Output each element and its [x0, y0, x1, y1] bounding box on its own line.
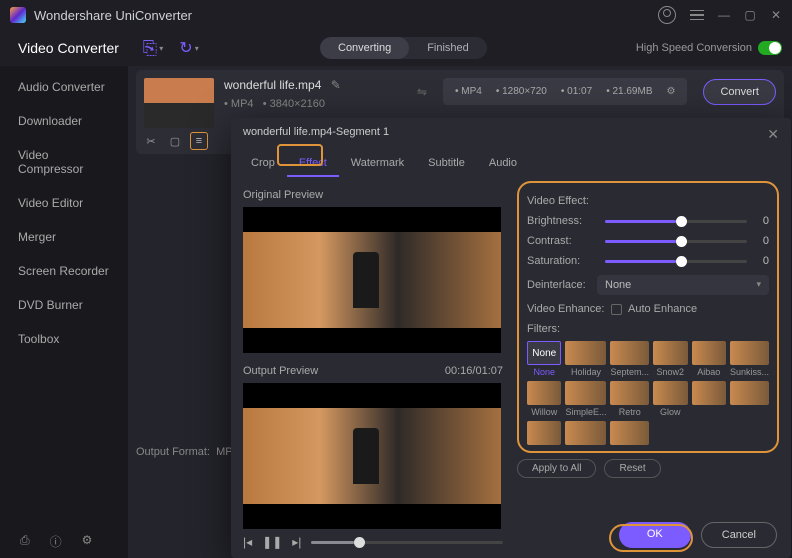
video-thumbnail[interactable]: [144, 78, 214, 128]
original-preview-label: Original Preview: [243, 189, 503, 201]
download-button[interactable]: ↻▾: [178, 37, 200, 59]
maximize-icon[interactable]: ▢: [744, 9, 756, 21]
output-size: 21.69MB: [612, 86, 652, 97]
gear-icon[interactable]: ⚙: [667, 86, 676, 97]
tab-converting[interactable]: Converting: [320, 37, 409, 59]
tab-watermark[interactable]: Watermark: [339, 151, 416, 177]
video-enhance-label: Video Enhance:: [527, 303, 611, 315]
cancel-button[interactable]: Cancel: [701, 522, 777, 548]
close-icon[interactable]: ✕: [770, 9, 782, 21]
video-filename: wonderful life.mp4: [224, 78, 321, 92]
sidebar-item-screen-recorder[interactable]: Screen Recorder: [0, 254, 128, 288]
prev-frame-icon[interactable]: |◂: [243, 535, 252, 549]
output-format: MP4: [461, 86, 482, 97]
deinterlace-label: Deinterlace:: [527, 279, 597, 291]
chevron-down-icon: ▾: [756, 279, 761, 291]
output-format-label: Output Format:: [136, 446, 210, 458]
filter-retro[interactable]: Retro: [610, 381, 649, 417]
contrast-slider[interactable]: [605, 240, 747, 243]
input-resolution: 3840×2160: [270, 98, 325, 110]
sidebar-item-downloader[interactable]: Downloader: [0, 104, 128, 138]
contrast-value: 0: [755, 235, 769, 247]
sidebar-item-audio-converter[interactable]: Audio Converter: [0, 70, 128, 104]
next-frame-icon[interactable]: ▸|: [292, 535, 301, 549]
sidebar-item-video-compressor[interactable]: Video Compressor: [0, 138, 128, 186]
hsc-toggle[interactable]: [758, 41, 782, 55]
brightness-value: 0: [755, 215, 769, 227]
contrast-label: Contrast:: [527, 235, 597, 247]
effect-icon[interactable]: ≡: [190, 132, 208, 150]
hsc-label: High Speed Conversion: [636, 42, 752, 54]
filter-none[interactable]: NoneNone: [527, 341, 561, 377]
crop-icon[interactable]: ▢: [166, 132, 184, 150]
play-pause-icon[interactable]: ❚❚: [262, 535, 282, 549]
info-icon[interactable]: ⓘ: [50, 533, 62, 550]
app-logo: [10, 7, 26, 23]
filter-holiday[interactable]: Holiday: [565, 341, 606, 377]
auto-enhance-checkbox[interactable]: [611, 304, 622, 315]
tab-audio[interactable]: Audio: [477, 151, 529, 177]
sidebar-item-video-editor[interactable]: Video Editor: [0, 186, 128, 220]
trim-icon[interactable]: ✂: [142, 132, 160, 150]
help-icon[interactable]: ⎙: [20, 533, 30, 550]
playback-time: 00:16/01:07: [445, 365, 503, 377]
auto-enhance-label: Auto Enhance: [628, 303, 697, 315]
apply-to-all-button[interactable]: Apply to All: [517, 459, 596, 478]
convert-button[interactable]: Convert: [703, 79, 776, 105]
original-preview: [243, 207, 501, 353]
filter-item[interactable]: [527, 421, 561, 447]
output-resolution: 1280×720: [502, 86, 547, 97]
filter-aibao[interactable]: Aibao: [692, 341, 726, 377]
video-effect-label: Video Effect:: [527, 195, 769, 207]
filter-glow[interactable]: Glow: [653, 381, 687, 417]
output-duration: 01:07: [567, 86, 592, 97]
edit-name-icon[interactable]: ✎: [331, 78, 341, 92]
filter-item[interactable]: [610, 421, 649, 447]
output-preview: [243, 383, 501, 529]
sidebar-item-merger[interactable]: Merger: [0, 220, 128, 254]
minimize-icon[interactable]: —: [718, 9, 730, 21]
input-format: MP4: [231, 98, 254, 110]
filter-september[interactable]: Septem...: [610, 341, 649, 377]
tab-crop[interactable]: Crop: [239, 151, 287, 177]
filter-simplee[interactable]: SimpleE...: [565, 381, 606, 417]
deinterlace-value: None: [605, 279, 631, 291]
tab-finished[interactable]: Finished: [409, 37, 487, 59]
ok-button[interactable]: OK: [619, 522, 691, 548]
modal-close-icon[interactable]: ✕: [767, 126, 779, 143]
reset-button[interactable]: Reset: [604, 459, 660, 478]
settings-icon[interactable]: ⚙: [82, 533, 93, 550]
playback-slider[interactable]: [311, 541, 503, 544]
effect-modal: wonderful life.mp4-Segment 1 ✕ Crop Effe…: [231, 118, 791, 558]
modal-title: wonderful life.mp4-Segment 1: [243, 126, 389, 143]
tab-effect[interactable]: Effect: [287, 151, 339, 177]
sidebar-item-dvd-burner[interactable]: DVD Burner: [0, 288, 128, 322]
module-title: Video Converter: [0, 40, 128, 56]
filter-sunkiss[interactable]: Sunkiss...: [730, 341, 769, 377]
filter-snow2[interactable]: Snow2: [653, 341, 687, 377]
filter-item[interactable]: [565, 421, 606, 447]
filter-item[interactable]: [730, 381, 769, 417]
filters-label: Filters:: [527, 323, 769, 335]
account-icon[interactable]: [658, 6, 676, 24]
menu-icon[interactable]: [690, 10, 704, 21]
brightness-slider[interactable]: [605, 220, 747, 223]
saturation-value: 0: [755, 255, 769, 267]
output-preview-label: Output Preview: [243, 365, 318, 377]
saturation-slider[interactable]: [605, 260, 747, 263]
sidebar-item-toolbox[interactable]: Toolbox: [0, 322, 128, 356]
tab-subtitle[interactable]: Subtitle: [416, 151, 477, 177]
filter-item[interactable]: [692, 381, 726, 417]
app-title: Wondershare UniConverter: [34, 8, 658, 23]
swap-icon[interactable]: ⇋: [417, 85, 427, 99]
output-settings[interactable]: • MP4 • 1280×720 • 01:07 • 21.69MB ⚙: [443, 78, 688, 105]
brightness-label: Brightness:: [527, 215, 597, 227]
saturation-label: Saturation:: [527, 255, 597, 267]
add-file-button[interactable]: ⎘▾: [142, 37, 164, 59]
filter-willow[interactable]: Willow: [527, 381, 561, 417]
deinterlace-select[interactable]: None ▾: [597, 275, 769, 295]
